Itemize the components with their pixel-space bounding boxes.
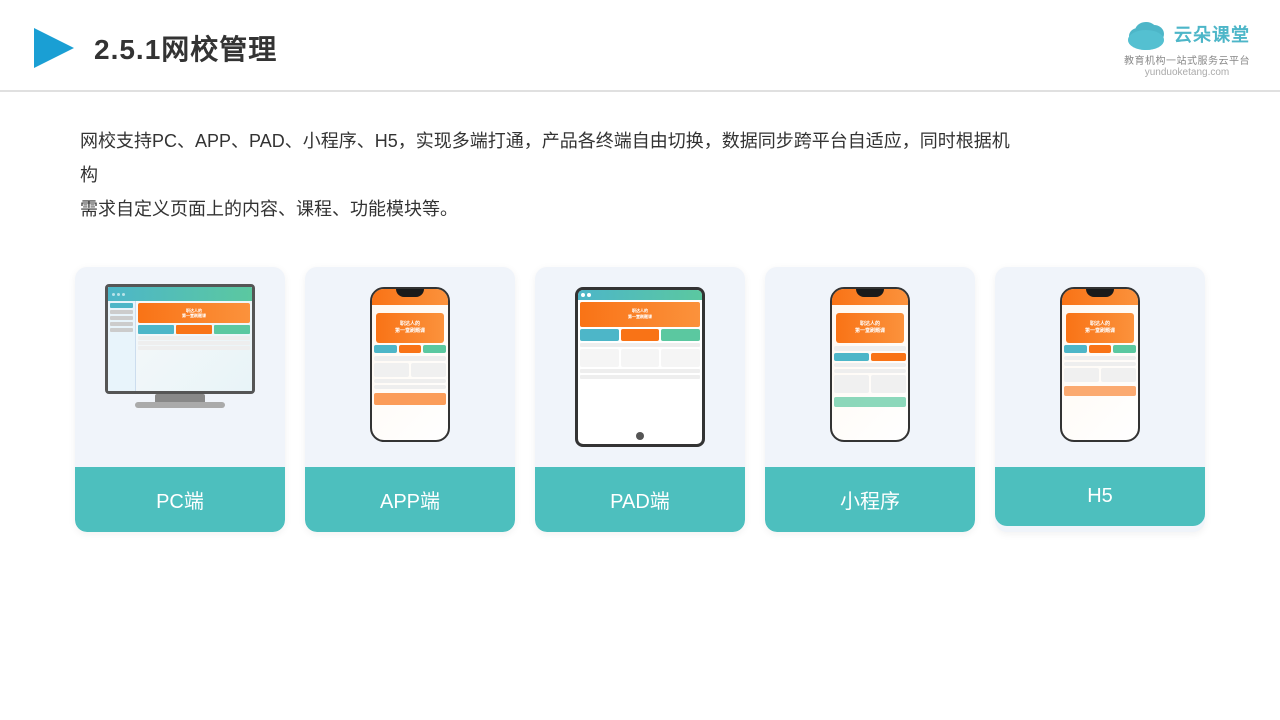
- card-miniprogram-label: 小程序: [765, 467, 975, 532]
- logo-area: 云朵课堂 教育机构一站式服务云平台 yunduoketang.com: [1124, 18, 1250, 78]
- page-title: 2.5.1网校管理: [94, 28, 277, 68]
- card-h5-image: 职达人的第一堂刷题课: [995, 267, 1205, 467]
- phone-mockup-h5: 职达人的第一堂刷题课: [1060, 287, 1140, 447]
- description-line1: 网校支持PC、APP、PAD、小程序、H5，实现多端打通，产品各终端自由切换，数…: [80, 131, 1010, 185]
- card-h5-label: H5: [995, 467, 1205, 526]
- cards-area: 职达人的第一堂刷题课: [0, 247, 1280, 562]
- card-pc-label: PC端: [75, 467, 285, 532]
- card-pc: 职达人的第一堂刷题课: [75, 267, 285, 532]
- tablet-mockup: 职达人的第一堂刷题课: [575, 287, 705, 447]
- logo-url: yunduoketang.com: [1145, 67, 1230, 78]
- card-pad-label: PAD端: [535, 467, 745, 532]
- pc-mockup: 职达人的第一堂刷题课: [95, 284, 265, 449]
- phone-mockup-app: 职达人的第一堂刷题课: [370, 287, 450, 447]
- description-line2: 需求自定义页面上的内容、课程、功能模块等。: [80, 199, 458, 219]
- card-pc-image: 职达人的第一堂刷题课: [75, 267, 285, 467]
- card-pad: 职达人的第一堂刷题课: [535, 267, 745, 532]
- phone-mockup-mini: 职达人的第一堂刷题课: [830, 287, 910, 447]
- card-app-image: 职达人的第一堂刷题课: [305, 267, 515, 467]
- play-icon: [30, 24, 78, 72]
- pc-screen: 职达人的第一堂刷题课: [105, 284, 255, 394]
- cloud-logo-icon: [1124, 18, 1168, 50]
- logo-cloud: 云朵课堂: [1124, 18, 1250, 50]
- card-miniprogram: 职达人的第一堂刷题课: [765, 267, 975, 532]
- header-left: 2.5.1网校管理: [30, 24, 277, 72]
- pc-base: [135, 402, 225, 408]
- logo-brand-name: 云朵课堂: [1174, 21, 1250, 47]
- card-app-label: APP端: [305, 467, 515, 532]
- logo-subtitle: 教育机构一站式服务云平台: [1124, 52, 1250, 67]
- description-text: 网校支持PC、APP、PAD、小程序、H5，实现多端打通，产品各终端自由切换，数…: [0, 92, 1100, 247]
- card-app: 职达人的第一堂刷题课: [305, 267, 515, 532]
- header: 2.5.1网校管理 云朵课堂 教育机构一站式服务云平台 yunduoketang…: [0, 0, 1280, 92]
- card-pad-image: 职达人的第一堂刷题课: [535, 267, 745, 467]
- card-h5: 职达人的第一堂刷题课: [995, 267, 1205, 532]
- card-miniprogram-image: 职达人的第一堂刷题课: [765, 267, 975, 467]
